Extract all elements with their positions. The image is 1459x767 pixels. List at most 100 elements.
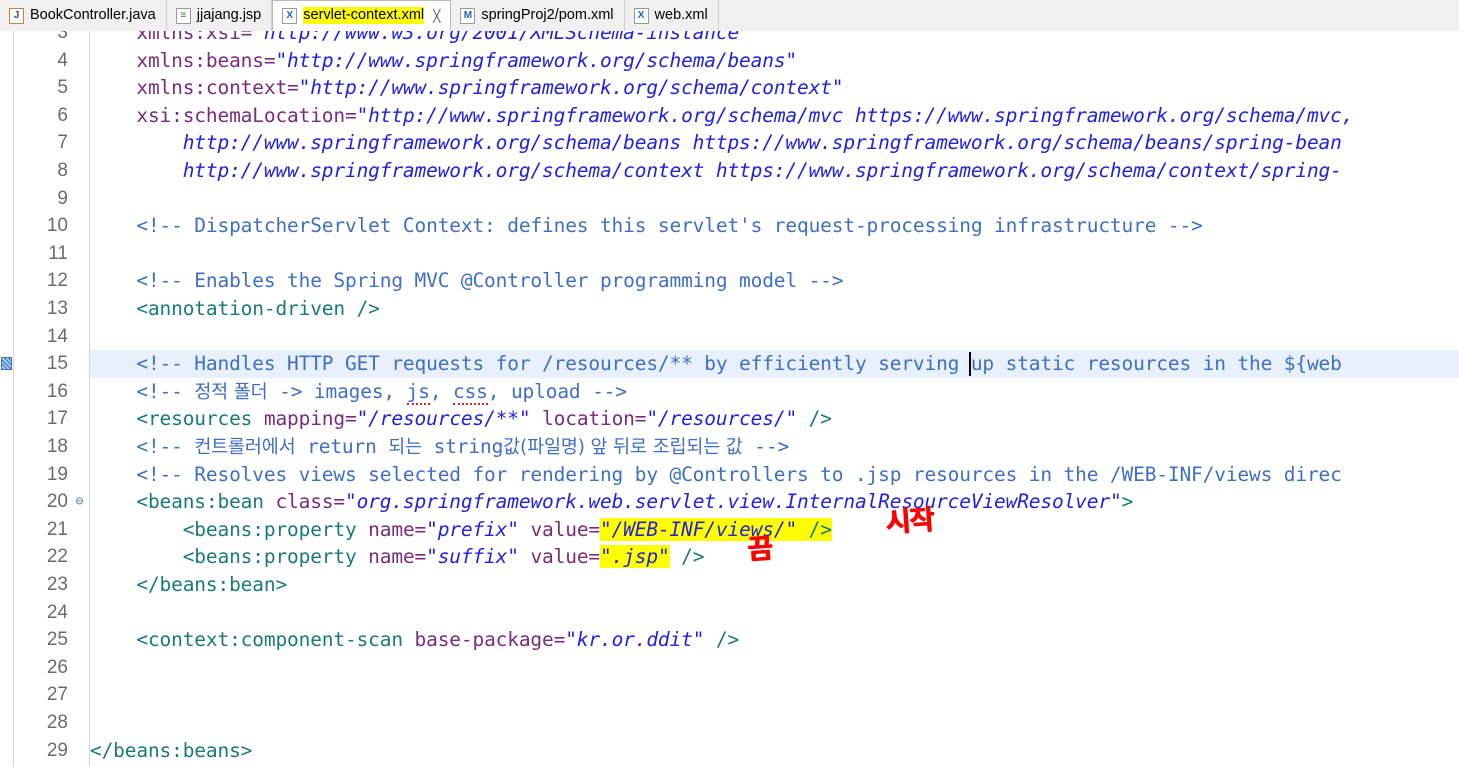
- editor-tab-servlet-context-xml[interactable]: Xservlet-context.xml ╳: [272, 0, 452, 31]
- editor-tab-web-xml[interactable]: Xweb.xml: [624, 0, 719, 31]
- line-number: 13: [46, 298, 68, 319]
- code-token: css: [453, 379, 488, 405]
- editor-tab-label: jjajang.jsp: [196, 7, 262, 24]
- code-token: <context:component-scan: [90, 628, 415, 652]
- code-line[interactable]: <context:component-scan base-package="kr…: [90, 626, 739, 654]
- code-line[interactable]: <!-- DispatcherServlet Context: defines …: [90, 212, 1203, 240]
- code-line[interactable]: <beans:bean class="org.springframework.w…: [90, 488, 1133, 516]
- code-token: >: [1121, 490, 1134, 514]
- editor-marker-bar[interactable]: [0, 31, 14, 767]
- java-file-icon: J: [9, 7, 24, 24]
- code-token: mapping=: [263, 407, 357, 431]
- line-number: 9: [57, 187, 68, 209]
- handwritten-annotation-end: 끔: [746, 533, 773, 566]
- code-token: />: [669, 545, 705, 569]
- editor-tab-jjajang-jsp[interactable]: ≡ jjajang.jsp: [166, 0, 273, 31]
- editor-tab-label: springProj2/pom.xml: [481, 7, 614, 24]
- code-line[interactable]: http://www.springframework.org/schema/be…: [90, 129, 1342, 157]
- code-line[interactable]: xmlns:xsi="http://www.w3.org/2001/XMLSch…: [90, 31, 750, 47]
- line-number: 16: [46, 380, 68, 402]
- editor-tab-bar: J BookController.java ≡ jjajang.jsp Xservlet…: [0, 0, 1459, 32]
- line-number: 29: [46, 739, 68, 761]
- handwritten-annotation-start: 시작: [884, 504, 935, 539]
- code-line[interactable]: <!-- 컨트롤러에서 return 되는 string값(파일명) 앞 뒤로 …: [90, 433, 789, 461]
- editor-tab-label: servlet-context.xml: [303, 6, 425, 25]
- code-line[interactable]: xsi:schemaLocation="http://www.springfra…: [90, 102, 1353, 130]
- code-text-area[interactable]: xmlns:xsi="http://www.w3.org/2001/XMLSch…: [90, 31, 1459, 767]
- code-token: ,: [429, 379, 453, 403]
- code-token: "kr.or.ddit": [565, 628, 705, 652]
- code-line[interactable]: <annotation-driven />: [90, 295, 380, 323]
- code-token: xmlns:xsi=: [90, 31, 253, 44]
- editor-tab-label: BookController.java: [30, 7, 156, 24]
- editor-tab-label: web.xml: [654, 7, 708, 24]
- code-line[interactable]: <beans:property name="prefix" value="/WE…: [90, 516, 832, 544]
- code-token: -> images,: [267, 379, 407, 403]
- code-token: </beans:bean>: [90, 573, 288, 596]
- changed-line-marker-icon[interactable]: [1, 357, 12, 371]
- code-token: 컨트롤러에서: [194, 437, 296, 458]
- code-token: <!-- DispatcherServlet Context: defines …: [90, 214, 1203, 238]
- fold-collapse-icon[interactable]: ⊖: [72, 488, 87, 516]
- code-token: xmlns:beans=: [90, 48, 276, 72]
- code-line[interactable]: </beans:beans>: [90, 737, 252, 765]
- code-token: "prefix": [426, 517, 519, 541]
- xml-file-icon: X: [633, 7, 649, 24]
- code-token: [797, 517, 809, 541]
- line-number: 27: [46, 684, 68, 706]
- code-line[interactable]: <!-- Enables the Spring MVC @Controller …: [90, 267, 843, 295]
- code-token: <!-- Resolves views selected for renderi…: [90, 462, 1342, 486]
- code-token: base-package=: [414, 628, 566, 652]
- xml-file-icon: X: [282, 7, 298, 24]
- code-line[interactable]: <resources mapping="/resources/**" locat…: [90, 405, 832, 433]
- code-token: </beans:beans>: [90, 738, 253, 762]
- code-token: name=: [368, 545, 427, 569]
- code-line[interactable]: xmlns:beans="http://www.springframework.…: [90, 47, 797, 75]
- code-token: "http://www.springframework.org/schema/b…: [275, 48, 798, 72]
- code-token: http://www.springframework.org/schema/be…: [90, 131, 1342, 155]
- line-number-gutter: 3 4 5 6 7 8 9 10 11 12 13 14 15 16 17 18 19 20 ⊖ 21 22 23 24 25…: [14, 31, 90, 767]
- line-number: 24: [46, 601, 68, 623]
- line-number: 4: [57, 49, 68, 71]
- close-icon[interactable]: ╳: [433, 10, 440, 22]
- eclipse-editor-window: J BookController.java ≡ jjajang.jsp Xservlet…: [0, 0, 1459, 767]
- code-line[interactable]: <!-- 정적 폴더 -> images, js, css, upload --…: [90, 378, 627, 406]
- code-line[interactable]: http://www.springframework.org/schema/co…: [90, 157, 1342, 185]
- code-token: -->: [742, 435, 790, 458]
- editor-tab-springproj2-pom-xml[interactable]: MspringProj2/pom.xml: [451, 0, 625, 31]
- code-token: location=: [542, 407, 647, 431]
- code-line[interactable]: </beans:bean>: [90, 571, 287, 599]
- xml-source-editor[interactable]: 3 4 5 6 7 8 9 10 11 12 13 14 15 16 17 18 19 20 ⊖ 21 22 23 24 25…: [0, 31, 1459, 767]
- line-number: 7: [57, 132, 68, 154]
- line-number: 20: [46, 491, 68, 513]
- line-number: 25: [46, 629, 68, 651]
- line-number: 18: [46, 436, 68, 457]
- code-line[interactable]: xmlns:context="http://www.springframewor…: [90, 74, 843, 102]
- line-number: 3: [57, 31, 68, 43]
- line-number: 14: [46, 325, 68, 347]
- jsp-file-icon: ≡: [175, 7, 191, 24]
- text-caret: [969, 352, 971, 377]
- line-number: 19: [46, 463, 68, 485]
- line-number: 21: [46, 518, 68, 540]
- line-number: 15: [46, 353, 68, 375]
- code-token: name=: [368, 517, 427, 541]
- code-token: />: [797, 407, 832, 431]
- code-token: value=: [530, 545, 600, 569]
- editor-tab-bookcontroller-java[interactable]: J BookController.java: [0, 0, 167, 31]
- code-token: "suffix": [426, 545, 519, 569]
- code-token: 되는: [388, 437, 423, 458]
- code-line[interactable]: <!-- Resolves views selected for renderi…: [90, 461, 1342, 489]
- line-number: 22: [46, 546, 68, 568]
- code-line[interactable]: <!-- Handles HTTP GET requests for /reso…: [90, 350, 1342, 378]
- code-token: xmlns:context=: [90, 76, 299, 100]
- code-token: <beans:bean: [90, 490, 276, 514]
- code-token: "/resources/**": [356, 407, 531, 431]
- line-number: 8: [57, 160, 68, 181]
- code-line[interactable]: <beans:property name="suffix" value=".js…: [90, 543, 704, 571]
- code-token: "/resources/": [646, 407, 798, 431]
- code-token: "http://www.springframework.org/schema/m…: [356, 103, 1354, 127]
